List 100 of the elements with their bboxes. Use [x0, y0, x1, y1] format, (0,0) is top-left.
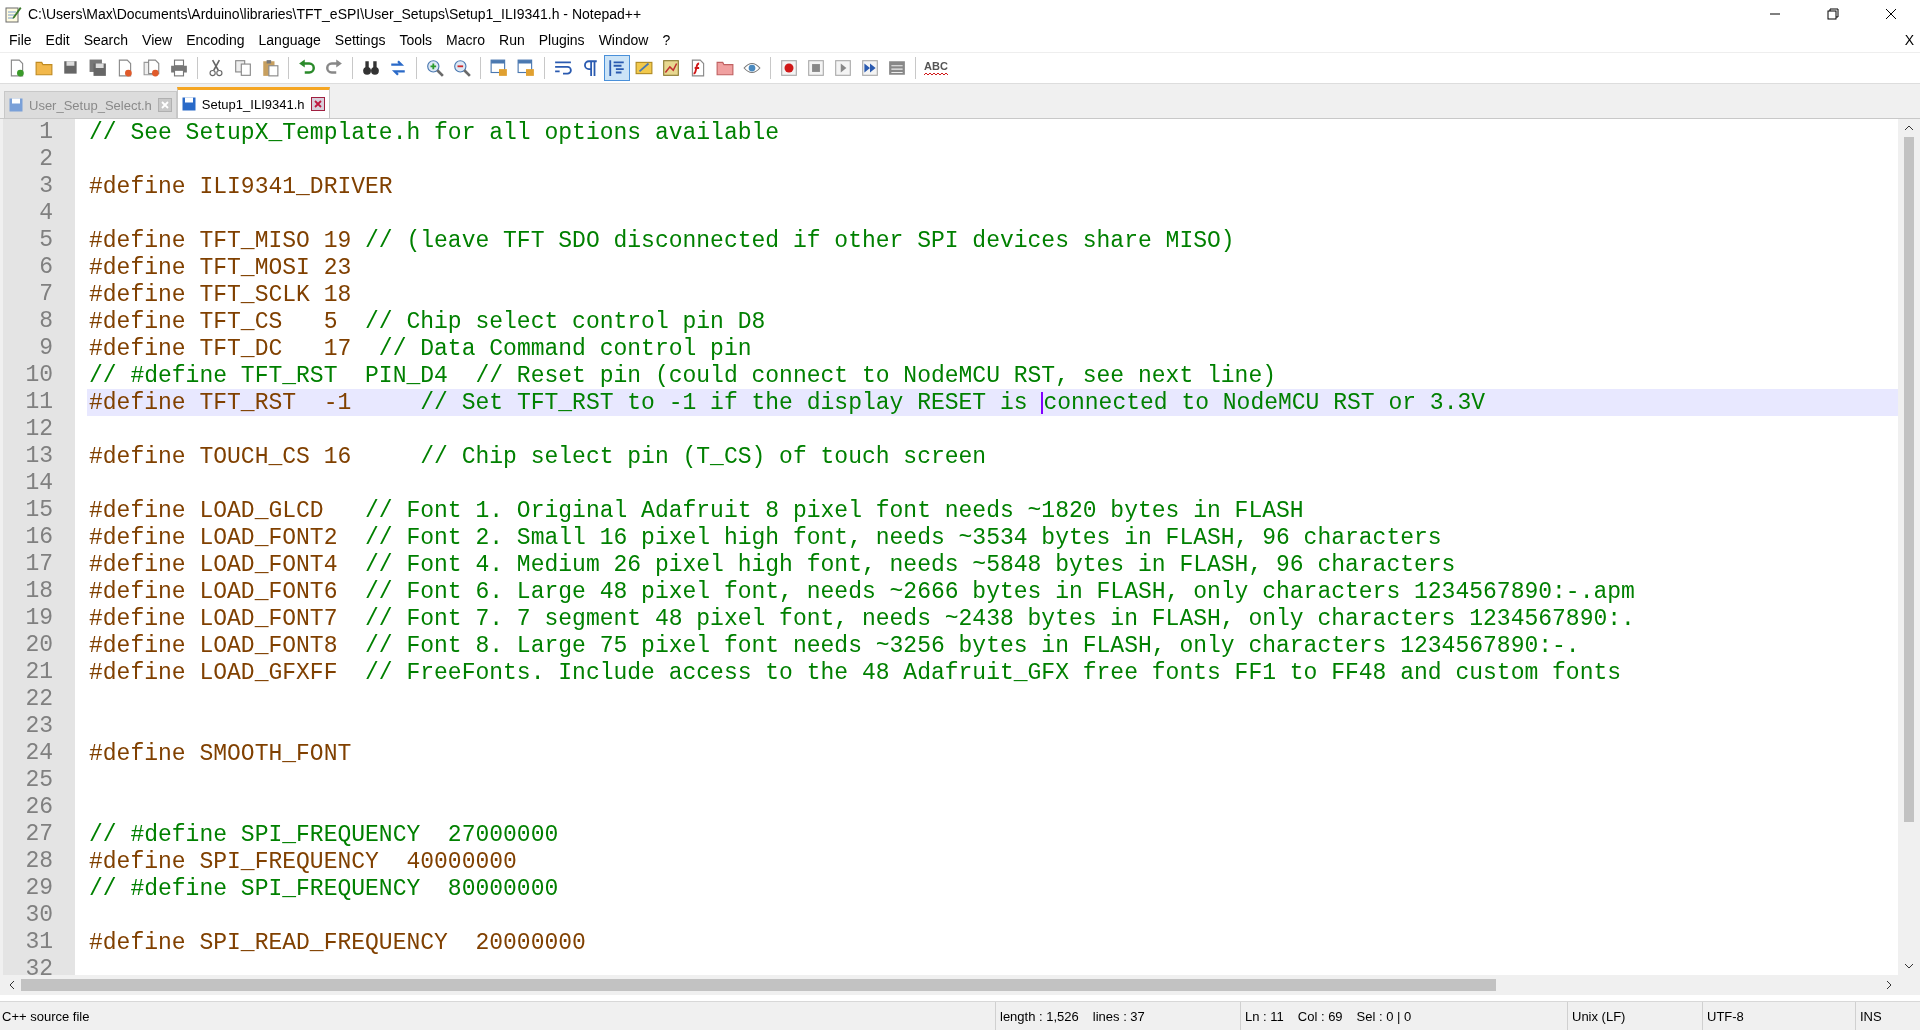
code-text: #define SMOOTH_FONT — [89, 740, 352, 767]
status-text: length : 1,526 — [1000, 1008, 1079, 1024]
line-number: 18 — [3, 578, 75, 605]
menu-item[interactable]: View — [135, 30, 180, 50]
code-text: #define SPI_FREQUENCY 40000000 — [89, 848, 517, 875]
menu-item[interactable]: Settings — [327, 30, 393, 50]
status-text: C++ source file — [1, 1008, 91, 1024]
code-comment: // Set TFT_RST to -1 if the display RESET is — [420, 389, 1029, 416]
code-text: #define TFT_DC 17 — [89, 335, 353, 362]
scroll-left-icon[interactable] — [9, 980, 15, 990]
code-comment: // Chip select control pin D8 — [365, 308, 766, 335]
menu-item[interactable]: Language — [251, 30, 328, 50]
scroll-thumb[interactable] — [21, 979, 1496, 991]
close-document-button[interactable]: X — [1898, 32, 1920, 48]
window-title: C:\Users\Max\Documents\Arduino\libraries\TFT_eSPI\User_Setups\Setup1_ILI9341.h - Notepad++ — [28, 6, 642, 22]
code-comment: // FreeFonts. Include access to the 48 Adafruit_GFX free fonts FF1 to FF48 and custom fonts — [365, 659, 1622, 686]
line-number: 14 — [3, 470, 75, 497]
scroll-thumb[interactable] — [1904, 137, 1914, 822]
menu-item[interactable]: File — [2, 30, 39, 50]
code-comment: // Font 2. Small 16 pixel high font, needs ~3534 bytes in FLASH, 96 characters — [365, 524, 1442, 551]
indent-lines-icon[interactable] — [604, 55, 630, 81]
close-tab-icon[interactable] — [310, 97, 325, 111]
line-number: 7 — [3, 281, 75, 308]
status-text: UTF-8 — [1707, 1008, 1744, 1024]
line-number: 15 — [3, 497, 75, 524]
status-text: INS — [1860, 1008, 1882, 1024]
code-comment: // Chip select pin (T_CS) of touch screen — [420, 443, 987, 470]
code-text: #define TFT_SCLK 18 — [89, 281, 352, 308]
line-number: 28 — [3, 848, 75, 875]
spellcheck-button[interactable]: ABC — [921, 55, 951, 81]
close-icon[interactable] — [1885, 8, 1897, 20]
line-number: 19 — [3, 605, 75, 632]
scroll-right-icon[interactable] — [1886, 980, 1892, 990]
text-caret — [1041, 391, 1044, 414]
code-comment: connected to NodeMCU RST or 3.3V — [1043, 389, 1486, 416]
menu-item[interactable]: Run — [492, 30, 532, 50]
code-comment: // #define SPI_FREQUENCY 27000000 — [89, 821, 559, 848]
vertical-scrollbar[interactable] — [1898, 119, 1920, 975]
code-comment: // Font 7. 7 segment 48 pixel font, needs ~2438 bytes in FLASH, only characters 1234567890:. — [365, 605, 1635, 632]
scroll-down-icon[interactable] — [1904, 963, 1914, 969]
menu-item[interactable]: Search — [76, 30, 136, 50]
menu-item[interactable]: Edit — [38, 30, 77, 50]
code-comment: // See SetupX_Template.h for all options available — [89, 119, 780, 146]
code-text: #define LOAD_FONT8 — [89, 632, 339, 659]
code-text: #define TOUCH_CS 16 — [89, 443, 353, 470]
line-number: 30 — [3, 902, 75, 929]
line-number: 27 — [3, 821, 75, 848]
code-text: #define TFT_MOSI 23 — [89, 254, 352, 281]
horizontal-scrollbar[interactable] — [3, 975, 1920, 995]
status-text: Col : 69 — [1297, 1008, 1343, 1024]
line-number: 21 — [3, 659, 75, 686]
code-comment: // #define SPI_FREQUENCY 80000000 — [89, 875, 559, 902]
line-number: 9 — [3, 335, 75, 362]
line-number: 13 — [3, 443, 75, 470]
code-text: #define ILI9341_DRIVER — [89, 173, 393, 200]
menu-item[interactable]: ? — [655, 30, 678, 50]
line-number: 3 — [3, 173, 75, 200]
menu-item[interactable]: Plugins — [531, 30, 592, 50]
code-text: #define TFT_CS 5 — [89, 308, 339, 335]
file-tab[interactable]: Setup1_ILI9341.h — [176, 87, 330, 118]
code-text: #define TFT_MISO 19 — [89, 227, 353, 254]
line-number: 11 — [3, 389, 75, 416]
line-number: 12 — [3, 416, 75, 443]
code-comment: // #define TFT_RST PIN_D4 // Reset pin (could connect to NodeMCU RST, see next line) — [89, 362, 1276, 389]
line-number: 32 — [3, 956, 75, 975]
line-number: 16 — [3, 524, 75, 551]
line-number: 5 — [3, 227, 75, 254]
line-number: 1 — [3, 119, 75, 146]
line-number: 4 — [3, 200, 75, 227]
notepad-pen-icon — [4, 5, 22, 23]
status-text: lines : 37 — [1092, 1008, 1145, 1024]
code-text: #define LOAD_FONT2 — [89, 524, 339, 551]
code-comment: // Data Command control pin — [378, 335, 752, 362]
scroll-up-icon[interactable] — [1904, 125, 1914, 131]
code-text: #define LOAD_GFXFF — [89, 659, 339, 686]
restore-icon[interactable] — [1827, 8, 1839, 20]
code-comment: // Font 8. Large 75 pixel font needs ~3256 bytes in FLASH, only characters 1234567890:-. — [365, 632, 1580, 659]
menu-item[interactable]: Macro — [439, 30, 492, 50]
wavy-underline-icon — [924, 72, 948, 76]
code-text: #define TFT_RST -1 — [89, 389, 353, 416]
tab-label: Setup1_ILI9341.h — [201, 96, 305, 112]
line-number: 23 — [3, 713, 75, 740]
code-comment: // (leave TFT SDO disconnected if other SPI devices share MISO) — [365, 227, 1235, 254]
line-number: 2 — [3, 146, 75, 173]
menu-item[interactable]: Window — [591, 30, 656, 50]
code-text: #define LOAD_FONT4 — [89, 551, 339, 578]
code-comment: // Font 4. Medium 26 pixel high font, needs ~5848 bytes in FLASH, 96 characters — [365, 551, 1456, 578]
line-number: 29 — [3, 875, 75, 902]
code-text: #define LOAD_GLCD — [89, 497, 325, 524]
code-text: #define LOAD_FONT6 — [89, 578, 339, 605]
menu-item[interactable]: Tools — [392, 30, 440, 50]
code-comment: // Font 1. Original Adafruit 8 pixel font needs ~1820 bytes in FLASH — [365, 497, 1304, 524]
line-number: 31 — [3, 929, 75, 956]
tab-label: User_Setup_Select.h — [29, 97, 152, 113]
line-number: 22 — [3, 686, 75, 713]
line-number: 6 — [3, 254, 75, 281]
status-text: Ln : 11 — [1245, 1008, 1284, 1024]
code-text: #define SPI_READ_FREQUENCY 20000000 — [89, 929, 586, 956]
line-number: 25 — [3, 767, 75, 794]
menu-item[interactable]: Encoding — [179, 30, 252, 50]
